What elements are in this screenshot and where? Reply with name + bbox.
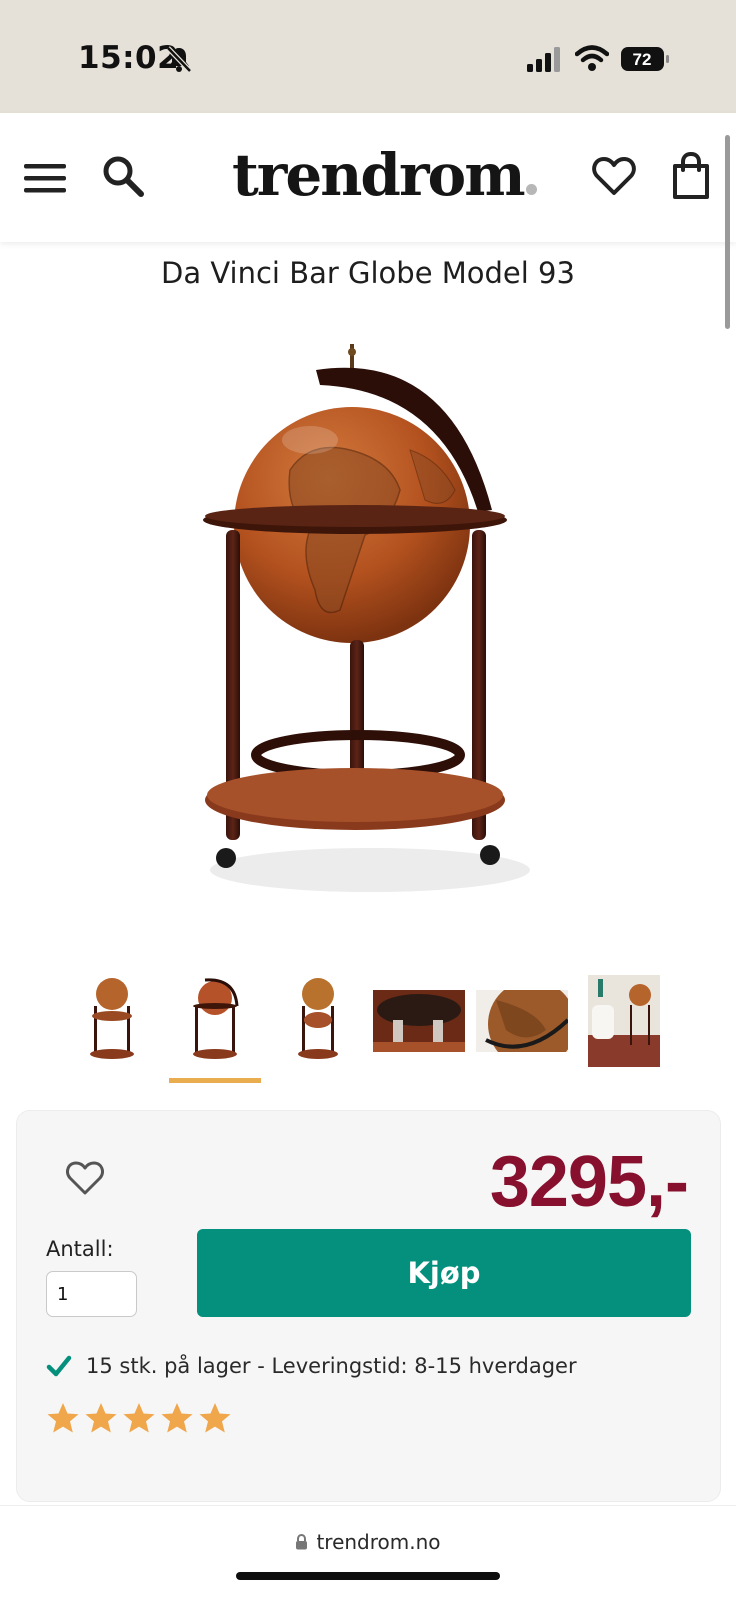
cart-button[interactable] [666, 149, 716, 203]
search-button[interactable] [98, 151, 148, 201]
cellular-signal-icon [527, 47, 560, 72]
thumbnail-image [476, 990, 568, 1052]
thumbnail-image [373, 990, 465, 1052]
home-indicator [236, 1572, 500, 1580]
scroll-indicator [725, 135, 730, 329]
thumbnail-2[interactable] [169, 975, 261, 1067]
status-bar: 15:02 72 [0, 0, 736, 113]
logo-dot [525, 184, 537, 195]
check-icon [46, 1355, 72, 1377]
star-icon [161, 1403, 193, 1433]
logo-text: trendrom [232, 141, 526, 209]
add-to-wishlist-heart-icon[interactable] [65, 1159, 105, 1197]
thumbnail-1[interactable] [66, 975, 158, 1067]
thumbnail-image [298, 978, 338, 1059]
browser-url-bar[interactable]: trendrom.no [0, 1505, 736, 1600]
thumbnail-3[interactable] [272, 975, 364, 1067]
star-icon [47, 1403, 79, 1433]
thumbnail-image [90, 978, 134, 1059]
purchase-card: 3295,- Antall: Kjøp 15 stk. på lager - L… [16, 1110, 721, 1502]
thumbnail-6[interactable] [578, 975, 670, 1067]
battery-icon: 72 [621, 47, 669, 71]
stock-status: 15 stk. på lager - Leveringstid: 8-15 hv… [46, 1353, 577, 1379]
thumbnail-5[interactable] [476, 975, 568, 1067]
battery-level: 72 [633, 50, 652, 69]
search-icon [103, 156, 144, 197]
product-main-image[interactable] [200, 340, 540, 930]
thumbnail-strip [0, 975, 736, 1085]
active-thumbnail-indicator [169, 1078, 261, 1083]
star-icon [199, 1403, 231, 1433]
star-icon [85, 1403, 117, 1433]
heart-icon [592, 157, 636, 195]
buy-button[interactable]: Kjøp [197, 1229, 691, 1317]
product-price: 3295,- [489, 1142, 689, 1222]
shopping-bag-icon [673, 152, 709, 199]
menu-icon [24, 164, 66, 193]
silent-bell-icon [166, 46, 192, 73]
url-display[interactable]: trendrom.no [0, 1530, 736, 1554]
wifi-icon [575, 45, 609, 71]
lock-icon [296, 1534, 308, 1550]
menu-button[interactable] [20, 153, 70, 203]
quantity-field[interactable] [46, 1271, 137, 1317]
rating-stars[interactable] [46, 1401, 232, 1435]
quantity-label: Antall: [46, 1237, 114, 1261]
star-icon [123, 1403, 155, 1433]
site-header: trendrom [0, 113, 736, 242]
thumbnail-4[interactable] [373, 975, 465, 1067]
wishlist-button[interactable] [588, 151, 640, 201]
thumbnail-image [588, 975, 660, 1067]
url-text: trendrom.no [316, 1530, 441, 1554]
thumbnail-image [193, 978, 239, 1059]
product-title: Da Vinci Bar Globe Model 93 [161, 256, 575, 290]
stock-text: 15 stk. på lager - Leveringstid: 8-15 hv… [86, 1354, 577, 1378]
site-logo[interactable]: trendrom [232, 141, 537, 209]
